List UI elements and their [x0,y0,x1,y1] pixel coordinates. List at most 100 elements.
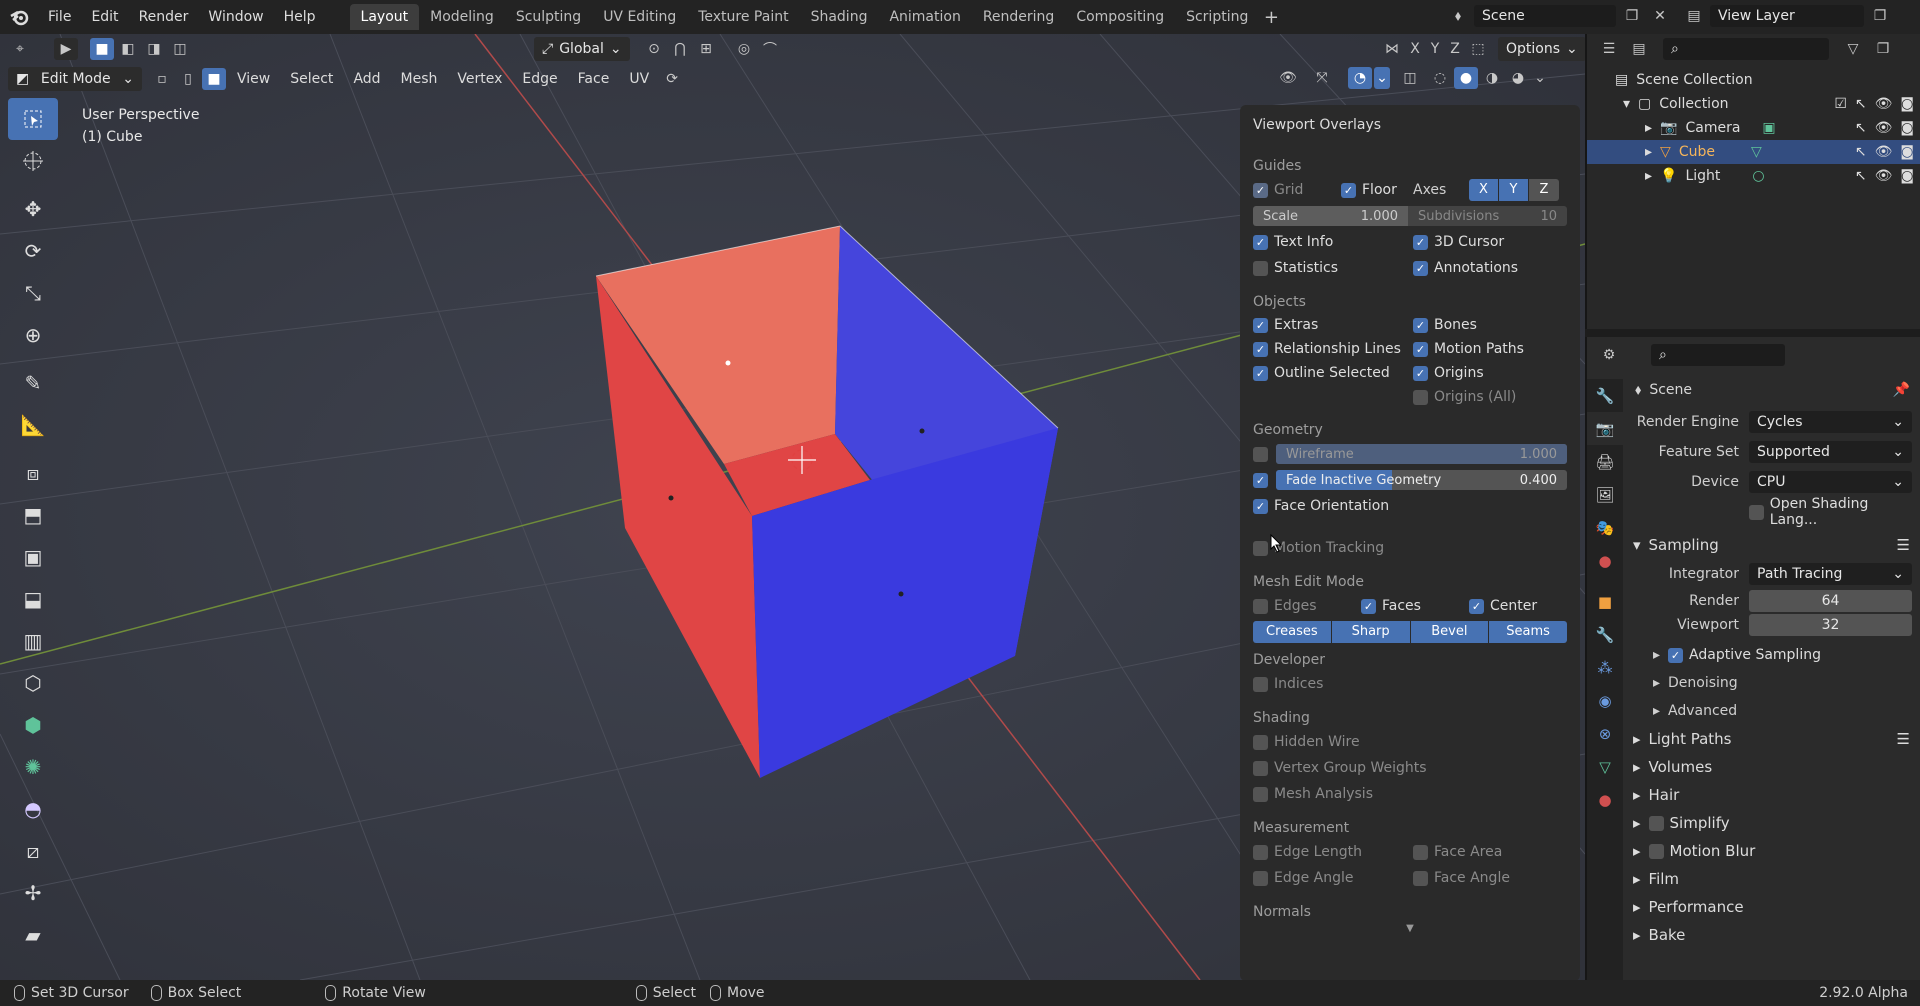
auto-merge-icon[interactable]: ⬚ [1466,38,1490,60]
render-samples-field[interactable]: 64 [1749,590,1912,612]
origins-all-checkbox[interactable]: Origins (All) [1413,389,1567,405]
tab-particles[interactable]: ⁂ [1587,651,1623,684]
tab-texture-paint[interactable]: Texture Paint [687,4,799,30]
selectable-icon[interactable]: ↖ [1855,168,1867,184]
outliner-item-camera[interactable]: ▸ 📷 Camera ▣ ↖ 👁 ◙ [1587,116,1920,140]
mesh-analysis-checkbox[interactable]: Mesh Analysis [1253,786,1373,802]
tool-measure[interactable]: 📐 [8,404,58,446]
tab-tool[interactable]: 🔧 [1587,379,1623,412]
tool-annotate[interactable]: ✎ [8,362,58,404]
seams-toggle[interactable]: Seams [1489,621,1567,643]
menu-face[interactable]: Face [569,67,619,91]
tab-rendering[interactable]: Rendering [972,4,1066,30]
select-mode-subtract-icon[interactable]: ◨ [142,38,166,60]
tab-data[interactable]: ▽ [1587,750,1623,783]
gizmo-icon[interactable]: ⤧ [1310,67,1334,89]
vertex-group-weights-checkbox[interactable]: Vertex Group Weights [1253,760,1427,776]
selectable-icon[interactable]: ↖ [1855,144,1867,160]
pin-icon[interactable]: 📌 [1893,382,1910,398]
tool-add-cube[interactable]: ⧈ [8,452,58,494]
panel-volumes[interactable]: ▸ Volumes [1623,753,1920,781]
menu-uv[interactable]: UV [620,67,658,91]
wireframe-shading-icon[interactable]: ◌ [1428,67,1452,89]
view-layer-field[interactable]: View Layer [1710,5,1864,27]
pivot-icon[interactable]: ⊙ [642,38,666,60]
tool-move[interactable]: ✥ [8,188,58,230]
sharp-toggle[interactable]: Sharp [1331,621,1411,643]
tool-loop-cut[interactable]: ▥ [8,620,58,662]
tool-inset[interactable]: ▣ [8,536,58,578]
checkbox-icon[interactable]: ☑ [1834,96,1847,112]
mirror-z-button[interactable]: Z [1446,38,1464,60]
wireframe-checkbox[interactable] [1253,446,1268,462]
falloff-icon[interactable]: ⌒ [758,38,782,60]
menu-view[interactable]: View [228,67,279,91]
tab-material[interactable]: ● [1587,783,1623,816]
rendered-shading-icon[interactable]: ◕ [1506,67,1530,89]
tool-poly-build[interactable]: ⬢ [8,704,58,746]
bevel-toggle[interactable]: Bevel [1410,621,1490,643]
tab-animation[interactable]: Animation [878,4,971,30]
overlays-icon[interactable]: ◔ [1348,67,1372,89]
tab-layout[interactable]: Layout [349,4,420,30]
extras-checkbox[interactable]: ✓ Extras [1253,317,1413,333]
motion-blur-checkbox[interactable]: Motion Blur [1648,842,1755,860]
panel-hair[interactable]: ▸ Hair [1623,781,1920,809]
new-collection-icon[interactable]: ❐ [1871,38,1895,60]
select-mode-extend-icon[interactable]: ◧ [116,38,140,60]
tab-shading[interactable]: Shading [800,4,879,30]
axis-z-toggle[interactable]: Z [1529,179,1559,201]
faces-checkbox[interactable]: ✓ Faces [1361,598,1469,614]
snap-icon[interactable]: ⋂ [668,38,692,60]
tab-modifiers[interactable]: 🔧 [1587,618,1623,651]
menu-select[interactable]: Select [281,67,342,91]
delete-scene-icon[interactable]: ✕ [1648,5,1672,27]
tool-scale[interactable]: ⤡ [8,272,58,314]
uv-sync-icon[interactable]: ⟳ [660,68,684,90]
creases-toggle[interactable]: Creases [1253,621,1332,643]
feature-set-dropdown[interactable]: Supported ⌄ [1749,441,1912,463]
scene-field[interactable]: Scene [1474,5,1616,27]
tool-knife[interactable]: ⬡ [8,662,58,704]
tab-world[interactable]: ● [1587,544,1623,577]
device-dropdown[interactable]: CPU ⌄ [1749,471,1912,493]
fade-inactive-checkbox[interactable]: ✓ [1253,472,1268,488]
relationship-lines-checkbox[interactable]: ✓ Relationship Lines [1253,341,1413,357]
panel-performance[interactable]: ▸ Performance [1623,893,1920,921]
tool-shrink[interactable]: ✢ [8,872,58,914]
face-area-checkbox[interactable]: Face Area [1413,844,1567,860]
new-view-layer-icon[interactable]: ❐ [1868,5,1892,27]
select-mode-intersect-icon[interactable]: ◫ [168,38,192,60]
edge-select-icon[interactable]: ▯ [176,68,200,90]
outliner-search-input[interactable]: ⌕ [1663,38,1829,60]
vertex-select-icon[interactable]: ▫ [150,68,174,90]
select-tool-icon[interactable]: ▶ [54,38,78,60]
face-angle-checkbox[interactable]: Face Angle [1413,870,1567,886]
tool-rotate[interactable]: ⟳ [8,230,58,272]
shading-chevron-icon[interactable]: ⌄ [1532,67,1548,89]
material-shading-icon[interactable]: ◑ [1480,67,1504,89]
editor-type-icon[interactable]: ⌖ [8,38,32,60]
tool-cursor[interactable] [8,140,58,182]
axis-y-toggle[interactable]: Y [1499,179,1529,201]
integrator-dropdown[interactable]: Path Tracing ⌄ [1749,563,1912,585]
menu-mesh[interactable]: Mesh [392,67,447,91]
tool-transform[interactable]: ⊕ [8,314,58,356]
panel-advanced[interactable]: ▸ Advanced [1623,697,1920,725]
simplify-checkbox[interactable]: Simplify [1648,814,1730,832]
viewport-samples-field[interactable]: 32 [1749,614,1912,636]
mode-dropdown[interactable]: ◩ Edit Mode ⌄ [8,67,142,91]
list-icon[interactable]: ☰ [1897,730,1910,748]
origins-checkbox[interactable]: ✓ Origins [1413,365,1567,381]
motion-paths-checkbox[interactable]: ✓ Motion Paths [1413,341,1567,357]
face-select-icon[interactable]: ■ [202,68,226,90]
camera-render-icon[interactable]: ◙ [1900,168,1914,184]
add-workspace-icon[interactable]: + [1259,6,1283,28]
eye-icon[interactable]: 👁 [1875,144,1893,160]
panel-sampling[interactable]: ▾ Sampling ☰ [1623,531,1920,559]
bones-checkbox[interactable]: ✓ Bones [1413,317,1567,333]
wireframe-slider[interactable]: Wireframe 1.000 [1276,444,1567,464]
floor-checkbox[interactable]: ✓ Floor [1341,182,1413,198]
tool-spin[interactable]: ✺ [8,746,58,788]
panel-simplify[interactable]: ▸ Simplify [1623,809,1920,837]
